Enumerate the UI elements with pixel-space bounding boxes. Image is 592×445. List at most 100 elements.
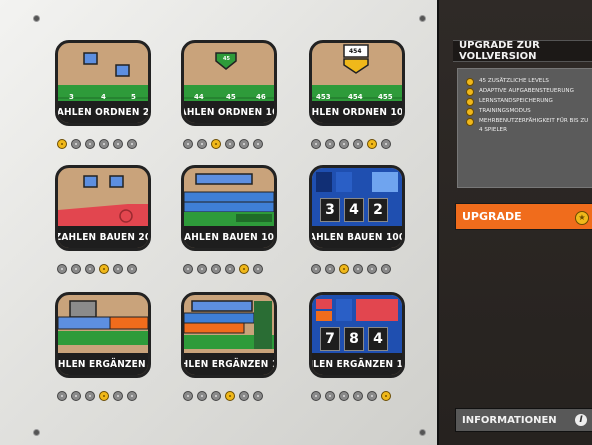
star-empty-icon <box>381 139 391 149</box>
star-empty-icon <box>253 391 263 401</box>
star-empty-icon <box>339 139 349 149</box>
digit-card: 4 <box>368 327 388 351</box>
level-stars <box>57 264 137 274</box>
upgrade-button[interactable]: UPGRADE ★ <box>455 203 592 230</box>
star-empty-icon <box>183 391 193 401</box>
level-title: ZAHLEN ERGÄNZEN 1000 <box>312 353 402 375</box>
star-empty-icon <box>353 264 363 274</box>
level-stars <box>183 391 263 401</box>
star-empty-icon <box>367 391 377 401</box>
star-empty-icon <box>57 264 67 274</box>
star-empty-icon <box>113 139 123 149</box>
star-icon <box>466 108 474 116</box>
marker-number: 454 <box>349 48 362 55</box>
star-empty-icon <box>127 391 137 401</box>
level-board: 3 4 5 ZAHLEN ORDNEN 20 45 44 45 46 ZAHLE… <box>0 0 437 445</box>
star-empty-icon <box>71 139 81 149</box>
star-earned-icon <box>57 139 67 149</box>
marker-number: 45 <box>223 56 230 62</box>
star-empty-icon <box>197 139 207 149</box>
level-stars <box>311 264 391 274</box>
star-empty-icon <box>339 391 349 401</box>
level-stars <box>183 139 263 149</box>
level-title: ZAHLEN ORDNEN 20 <box>58 101 148 123</box>
star-earned-icon <box>239 264 249 274</box>
star-icon <box>466 78 474 86</box>
star-empty-icon <box>85 391 95 401</box>
star-empty-icon <box>311 391 321 401</box>
level-tile-zahlen-bauen-100[interactable]: ZAHLEN BAUEN 100 <box>181 165 277 251</box>
ruler-number: 46 <box>256 93 266 101</box>
star-empty-icon <box>183 264 193 274</box>
level-title: ZAHLEN BAUEN 100 <box>184 226 274 248</box>
star-empty-icon <box>85 264 95 274</box>
digit-card: 8 <box>344 327 364 351</box>
star-empty-icon <box>311 264 321 274</box>
star-empty-icon <box>113 391 123 401</box>
star-empty-icon <box>127 139 137 149</box>
feature-item: TRAININGSMODUS <box>466 107 589 116</box>
level-tile-zahlen-bauen-20[interactable]: ZAHLEN BAUEN 20 <box>55 165 151 251</box>
star-earned-icon <box>225 391 235 401</box>
star-empty-icon <box>85 139 95 149</box>
level-stars <box>57 391 137 401</box>
star-earned-icon <box>99 264 109 274</box>
feature-text: MEHRBENUTZERFÄHIGKEIT FÜR BIS ZU 4 SPIEL… <box>479 118 589 133</box>
level-tile-zahlen-ordnen-100[interactable]: 45 44 45 46 ZAHLEN ORDNEN 100 <box>181 40 277 126</box>
level-stars <box>311 139 391 149</box>
star-earned-icon <box>339 264 349 274</box>
level-stars <box>183 264 263 274</box>
digit-card: 2 <box>368 198 388 222</box>
level-tile-zahlen-ergaenzen-1000[interactable]: 7 8 4 ZAHLEN ERGÄNZEN 1000 <box>309 292 405 378</box>
feature-list: 45 ZUSÄTZLICHE LEVELS ADAPTIVE AUFGABENS… <box>457 68 592 188</box>
star-empty-icon <box>57 391 67 401</box>
level-title: ZAHLEN BAUEN 20 <box>58 226 148 248</box>
informationen-label: INFORMATIONEN <box>462 414 557 426</box>
star-empty-icon <box>353 391 363 401</box>
star-empty-icon <box>211 264 221 274</box>
digit-card: 3 <box>320 198 340 222</box>
star-empty-icon <box>367 264 377 274</box>
star-earned-icon <box>99 391 109 401</box>
level-tile-zahlen-bauen-1000[interactable]: 3 4 2 ZAHLEN BAUEN 1000 <box>309 165 405 251</box>
star-earned-icon <box>211 139 221 149</box>
star-icon <box>466 88 474 96</box>
star-empty-icon <box>71 391 81 401</box>
star-empty-icon <box>325 264 335 274</box>
star-empty-icon <box>239 139 249 149</box>
level-tile-zahlen-ergaenzen-100[interactable]: ZAHLEN ERGÄNZEN 100 <box>181 292 277 378</box>
digit-card: 4 <box>344 198 364 222</box>
star-empty-icon <box>239 391 249 401</box>
screw-icon <box>34 16 39 21</box>
star-earned-icon <box>381 391 391 401</box>
ruler-number: 44 <box>194 93 204 101</box>
informationen-button[interactable]: INFORMATIONEN i <box>455 408 592 432</box>
feature-item: LERNSTANDSPEICHERUNG <box>466 97 589 106</box>
star-empty-icon <box>127 264 137 274</box>
ruler-number: 454 <box>348 93 363 101</box>
star-empty-icon <box>311 139 321 149</box>
star-empty-icon <box>113 264 123 274</box>
ruler-number: 5 <box>131 93 136 101</box>
level-tile-zahlen-ordnen-1000[interactable]: 454 453 454 455 ZAHLEN ORDNEN 1000 <box>309 40 405 126</box>
star-empty-icon <box>211 391 221 401</box>
level-title: ZAHLEN ORDNEN 100 <box>184 101 274 123</box>
info-icon: i <box>575 414 587 426</box>
star-empty-icon <box>325 391 335 401</box>
feature-text: ADAPTIVE AUFGABENSTEUERUNG <box>479 88 574 94</box>
panel-title: UPGRADE ZUR VOLLVERSION <box>453 40 592 62</box>
upgrade-label: UPGRADE <box>462 210 522 223</box>
star-earned-icon <box>367 139 377 149</box>
level-title: ZAHLEN ORDNEN 1000 <box>312 101 402 123</box>
star-empty-icon <box>381 264 391 274</box>
ruler-number: 4 <box>101 93 106 101</box>
upgrade-panel: UPGRADE ZUR VOLLVERSION 45 ZUSÄTZLICHE L… <box>437 0 592 445</box>
star-empty-icon <box>325 139 335 149</box>
level-stars <box>57 139 137 149</box>
star-icon <box>466 98 474 106</box>
star-empty-icon <box>253 264 263 274</box>
star-empty-icon <box>225 264 235 274</box>
level-tile-zahlen-ordnen-20[interactable]: 3 4 5 ZAHLEN ORDNEN 20 <box>55 40 151 126</box>
level-tile-zahlen-ergaenzen-20[interactable]: ZAHLEN ERGÄNZEN 20 <box>55 292 151 378</box>
level-stars <box>311 391 391 401</box>
